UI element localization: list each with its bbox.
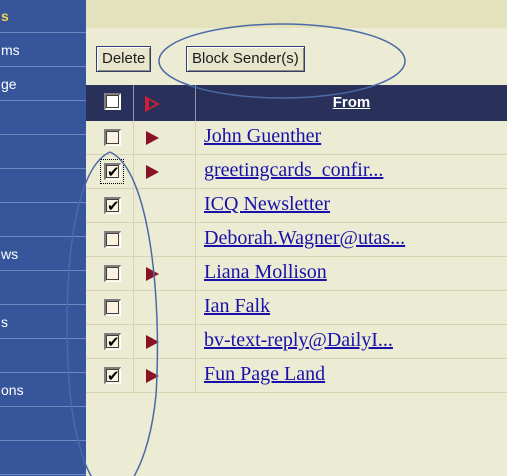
row-checkbox[interactable]: ✔ [104,163,121,181]
flag-cell [134,121,196,154]
select-cell [86,257,134,290]
select-cell: ✔ [86,359,134,392]
table-header: From [86,85,507,121]
row-checkbox[interactable] [104,265,121,282]
row-checkbox[interactable]: ✔ [104,197,121,215]
flag-cell [134,257,196,290]
table-row[interactable]: Deborah.Wagner@utas... [86,223,507,257]
table-row[interactable]: ✔ Fun Page Land [86,359,507,393]
table-row[interactable]: John Guenther [86,121,507,155]
select-cell [86,291,134,324]
select-cell [86,223,134,256]
select-all-cell [86,85,134,121]
table-row[interactable]: ✔ bv-text-reply@DailyI... [86,325,507,359]
sender-link[interactable]: Liana Mollison [204,261,327,284]
flag-cell [134,359,196,392]
sidebar-item[interactable] [0,272,86,305]
check-icon: ✔ [107,367,120,385]
flag-icon[interactable] [146,335,159,349]
sender-link[interactable]: John Guenther [204,125,321,148]
row-checkbox[interactable]: ✔ [104,367,121,385]
sender-link[interactable]: Deborah.Wagner@utas... [204,227,405,250]
select-cell: ✔ [86,155,134,188]
select-all-checkbox[interactable] [104,93,121,110]
sidebar-item[interactable] [0,442,86,475]
table-row[interactable]: ✔ ICQ Newsletter [86,189,507,223]
flag-cell [134,223,196,256]
flag-icon[interactable] [146,369,159,383]
sidebar-item[interactable] [0,204,86,237]
flag-column-header[interactable] [134,85,196,121]
sidebar-item[interactable]: s [0,0,86,33]
sidebar-item[interactable]: ws [0,238,86,271]
sender-link[interactable]: Ian Falk [204,295,270,318]
select-cell [86,121,134,154]
sidebar-item[interactable]: ons [0,374,86,407]
sidebar-item[interactable]: ge [0,68,86,101]
sender-link[interactable]: Fun Page Land [204,363,325,386]
row-checkbox[interactable]: ✔ [104,333,121,351]
row-checkbox[interactable] [104,231,121,248]
sender-link[interactable]: ICQ Newsletter [204,193,330,216]
select-cell: ✔ [86,189,134,222]
sidebar-item[interactable] [0,340,86,373]
block-senders-button[interactable]: Block Sender(s) [186,46,305,72]
check-icon: ✔ [107,333,120,351]
table-row[interactable]: Ian Falk [86,291,507,325]
sidebar-item[interactable] [0,102,86,135]
sender-link[interactable]: greetingcards_confir... [204,159,383,182]
flag-icon[interactable] [146,131,159,145]
flag-cell [134,325,196,358]
sidebar-item[interactable] [0,170,86,203]
table-row[interactable]: ✔ greetingcards_confir... [86,155,507,189]
sender-link[interactable]: bv-text-reply@DailyI... [204,329,393,352]
row-checkbox[interactable] [104,299,121,316]
sidebar-item[interactable]: s [0,306,86,339]
flag-header-icon [145,96,160,112]
sidebar-item[interactable] [0,136,86,169]
select-cell: ✔ [86,325,134,358]
left-nav: s ms ge ws s ons [0,0,86,476]
flag-cell [134,155,196,188]
sidebar-item[interactable]: ms [0,34,86,67]
message-list-panel: Delete Block Sender(s) From John Guenthe… [86,0,507,476]
from-column-header[interactable]: From [196,85,507,121]
row-checkbox[interactable] [104,129,121,146]
flag-icon[interactable] [146,165,159,179]
check-icon: ✔ [107,163,120,181]
sidebar-item[interactable] [0,408,86,441]
delete-button[interactable]: Delete [96,46,152,72]
flag-icon[interactable] [146,267,159,281]
check-icon: ✔ [107,197,120,215]
top-band [86,0,507,28]
flag-cell [134,291,196,324]
flag-cell [134,189,196,222]
table-row[interactable]: Liana Mollison [86,257,507,291]
